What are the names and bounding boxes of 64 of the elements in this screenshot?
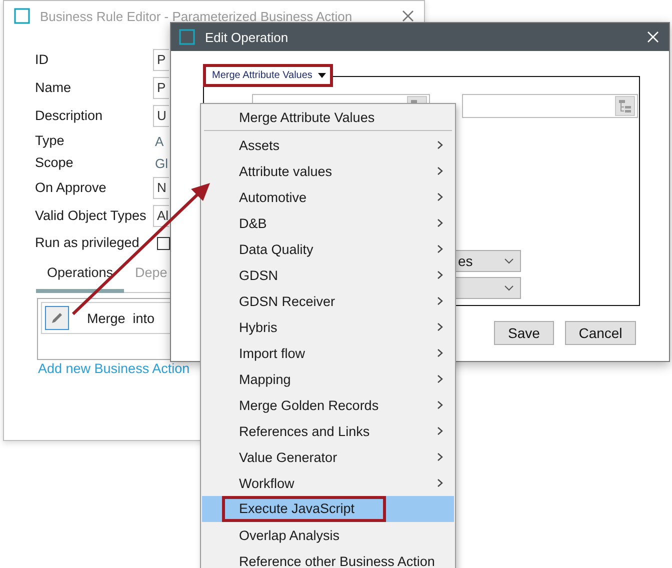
menu-item[interactable]: Hybris [202,314,454,340]
window-title: Edit Operation [205,30,290,44]
input-field[interactable] [462,94,638,118]
text-field[interactable]: Al [153,205,169,227]
chevron-right-icon [435,244,445,254]
window-title: Business Rule Editor - Parameterized Business Action [40,8,354,24]
menu-item[interactable]: Execute JavaScript [202,496,454,522]
window-icon [179,29,195,45]
chevron-down-icon [504,285,514,291]
operation-row[interactable]: Merge into [41,302,170,334]
chevron-right-icon [435,140,445,150]
operation-name: Merge into [87,310,155,326]
chevron-right-icon [435,426,445,436]
chevron-right-icon [435,270,445,280]
menu-item[interactable]: Assets [202,132,454,158]
edit-button[interactable] [45,306,69,330]
save-button[interactable]: Save [494,321,554,345]
field-label: Type [35,132,66,150]
text-field[interactable]: P [153,49,169,71]
menu-item[interactable]: GDSN Receiver [202,288,454,314]
menu-item[interactable]: Merge Golden Records [202,392,454,418]
field-value: Gl [154,156,168,171]
chevron-right-icon [435,478,445,488]
chevron-right-icon [435,192,445,202]
tree-icon[interactable] [615,96,635,116]
close-icon[interactable] [402,10,414,22]
field-label: Scope [35,154,74,172]
menu-item[interactable]: Automotive [202,184,454,210]
chevron-right-icon [435,218,445,228]
field-label: Name [35,79,72,97]
menu-item[interactable]: D&B [202,210,454,236]
text-field[interactable]: N [153,177,169,199]
chevron-down-icon [504,258,514,264]
field-value: A [154,134,164,149]
pencil-icon [50,311,64,325]
menu-item[interactable]: Mapping [202,366,454,392]
menu-item[interactable]: Value Generator [202,444,454,470]
menu-item[interactable]: Workflow [202,470,454,496]
tab[interactable]: Operations [36,256,124,293]
chevron-right-icon [435,322,445,332]
field-label: On Approve [35,179,108,197]
chevron-right-icon [435,400,445,410]
menu-item[interactable]: Import flow [202,340,454,366]
text-field[interactable]: U [153,105,169,127]
chevron-right-icon [435,348,445,358]
window-icon [14,8,30,24]
chevron-right-icon [435,452,445,462]
text-field[interactable]: P [153,77,169,99]
menu-item[interactable]: Attribute values [202,158,454,184]
menu-item[interactable]: Overlap Analysis [202,522,454,548]
field-label: Valid Object Types [35,207,148,225]
group-dropdown[interactable]: Merge Attribute Values [203,64,334,87]
menu-item[interactable]: References and Links [202,418,454,444]
checkbox[interactable] [157,236,170,250]
menu-item[interactable]: Merge Attribute Values [202,104,454,130]
caret-icon [318,73,326,78]
chevron-right-icon [435,296,445,306]
cancel-button[interactable]: Cancel [565,321,636,345]
chevron-right-icon [435,166,445,176]
field-label: Run as privileged [35,234,140,252]
field-label: Description [35,107,104,125]
chevron-right-icon [435,374,445,384]
field-label: ID [35,51,50,69]
menu-item[interactable]: Reference other Business Action [202,548,454,568]
